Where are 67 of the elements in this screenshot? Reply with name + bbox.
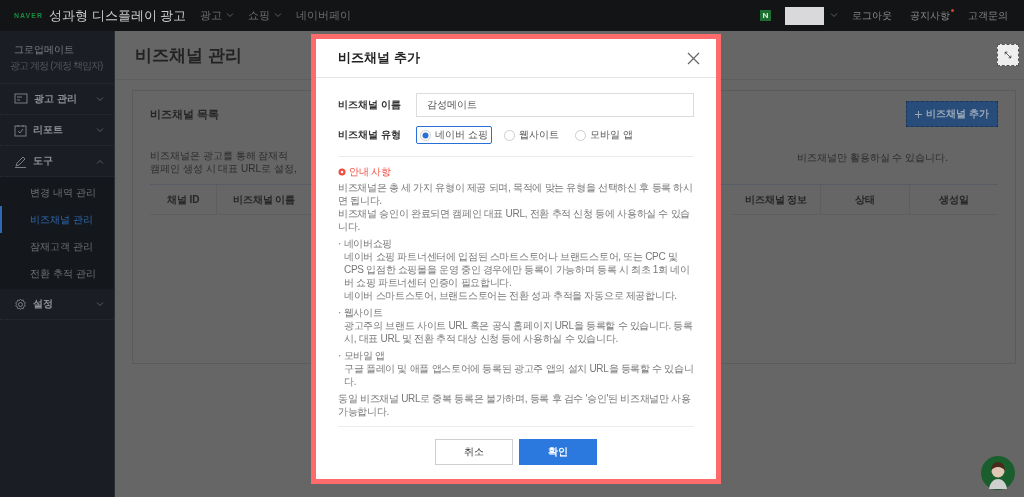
card-title: 비즈채널 목록 [150,106,220,122]
notice-text: 네이버 스마트스토어, 브랜드스토어는 전환 성과 추적을 자동으로 제공합니다. [343,289,678,302]
sidebar-subitem[interactable]: 잠재고객 관리 [0,233,114,260]
field-label: 비즈채널 이름 [338,98,402,112]
account-name: 그로업메이트 [14,43,75,57]
radio-icon [503,129,515,141]
caret-icon [96,301,104,307]
notice-text: 비즈채널은 총 세 가지 유형이 제공 되며, 목적에 맞는 유형을 선택하신 후 등록 하시면 됩니다. [338,181,694,207]
confirm-button[interactable]: 확인 [519,439,597,465]
caret-icon [226,13,235,18]
caret-icon [830,13,838,18]
pencil-icon [14,154,27,168]
sidebar-item[interactable]: 리포트 [0,115,114,146]
expand-icon[interactable] [997,44,1019,66]
type-radio[interactable]: 네이버 쇼핑 [416,126,492,144]
notice-heading: · 네이버쇼핑 [338,237,393,250]
caret-icon [96,158,104,164]
column-header: 생성일 [910,185,998,215]
sidebar-item-label: 도구 [33,154,54,168]
column-header: 상태 [821,185,910,215]
add-channel-button[interactable]: 비즈채널 추가 [906,101,998,127]
header-link[interactable]: 로그아웃 [852,8,896,23]
notification-dot [951,8,954,12]
notice-heading: · 모바일 앱 [338,349,386,362]
radio-icon [574,129,586,141]
monitor-icon [14,93,28,105]
sidebar-item[interactable]: 설정 [0,289,114,320]
dialog-title: 비즈채널 추가 [338,49,420,67]
radio-icon [420,129,431,141]
column-header: 비즈채널 정보 [732,185,821,215]
sidebar-item-label: 광고 관리 [34,92,78,106]
sidebar-item-label: 설정 [33,297,54,311]
sidebar-item[interactable]: 광고 관리 [0,84,114,115]
close-icon[interactable] [687,51,700,65]
page-title: 비즈채널 관리 [135,44,242,67]
cancel-button[interactable]: 취소 [435,439,513,465]
naver-n-icon [760,10,771,21]
notice-icon [338,167,346,176]
plus-icon [915,110,923,118]
gear-icon [14,297,27,311]
caret-icon [96,127,104,133]
notice-text: 광고주의 브랜드 사이트 URL 혹은 공식 홈페이지 URL을 등록할 수 있습니다. 등록 시, 대표 URL 및 전환 추적 대상 신청 등에 사용하실 수 있습니다. [343,319,694,345]
notice-text: 네이버 쇼핑 파트너센터에 입점된 스마트스토어나 브랜드스토어, 또는 CPC 및 CPS 입점한 쇼핑몰을 운영 중인 경우에만 등록이 가능하며 등록 시 최초 1회 네이버 쇼핑 파트너센터 인증이 필요합니다. [343,250,691,289]
header-link[interactable]: 공지사항 [910,8,954,23]
notice-text: 구글 플레이 및 애플 앱스토어에 등록된 광고주 앱의 설치 URL을 등록할 수 있습니다. [343,362,694,388]
caret-icon [96,96,104,102]
channel-name-field[interactable]: 감성메이트 [416,93,694,117]
type-radio[interactable]: 모바일 앱 [570,126,637,144]
notice-text: 동일 비즈채널 URL로 중복 등록은 불가하며, 등록 후 검수 '승인'된 비즈채널만 사용 가능합니다. [338,392,692,418]
field-label: 비즈채널 유형 [338,128,402,142]
account-name-redaction [785,6,824,25]
notice-heading: · 웹사이트 [338,306,384,319]
type-radio[interactable]: 웹사이트 [499,126,563,144]
column-header: 채널 ID [150,185,217,215]
app-title: 성과형 디스플레이 광고 [49,6,187,25]
header-link[interactable]: 고객문의 [968,8,1012,23]
sidebar-subitem[interactable]: 전환 추적 관리 [0,260,114,287]
notice-title: 안내 사항 [349,165,391,178]
checklist-icon [14,123,27,137]
notice-text: 비즈채널 승인이 완료되면 캠페인 대표 URL, 전환 추적 신청 등에 사용하실 수 있습니다. [338,207,692,233]
sidebar-subitem[interactable]: 변경 내역 관리 [0,179,114,206]
nav-menu[interactable]: 네이버페이 [296,8,352,23]
support-avatar-icon[interactable] [980,455,1016,491]
nav-menu[interactable]: 광고 [200,8,235,23]
sidebar-item-label: 리포트 [33,123,64,137]
caret-icon [274,13,283,18]
nav-menu[interactable]: 쇼핑 [248,8,283,23]
